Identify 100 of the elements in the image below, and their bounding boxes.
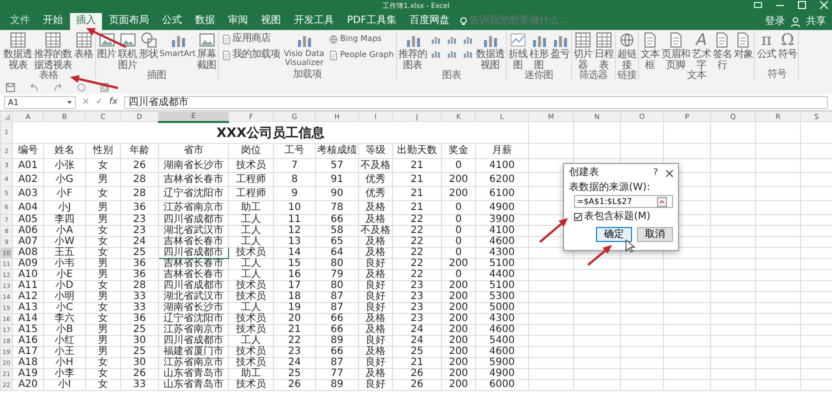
table-cell: 及格 (358, 214, 392, 226)
ribbon-button[interactable]: 页眉和页脚 (660, 31, 690, 71)
close-icon[interactable] (666, 170, 673, 176)
ribbon-button[interactable]: 数据透视图 (475, 31, 505, 71)
ribbon-button[interactable]: 对象 (733, 31, 754, 60)
table-cell: 4300 (476, 314, 528, 324)
ribbon-button[interactable]: 切片器 (572, 31, 593, 71)
table-cell: A07 (12, 236, 44, 248)
header-cell: 出勤天数 (392, 144, 442, 158)
print-preview-icon[interactable] (100, 82, 109, 92)
table-cell: 优秀 (358, 186, 392, 200)
table-cell: 辽宁省沈阳市 (158, 314, 228, 324)
ribbon-button[interactable]: π 公式 (756, 31, 776, 60)
redo-icon[interactable] (53, 82, 63, 92)
ribbon-button[interactable]: 联机图片 (118, 31, 138, 71)
table-cell: 技术员 (228, 158, 274, 172)
search-field[interactable]: 告诉我您想要做什么... (469, 14, 570, 28)
checkbox-label: 表包含标题(M) (584, 211, 650, 222)
table-cell: 助工 (228, 368, 274, 380)
ribbon-button[interactable]: 表格 (74, 31, 94, 60)
save-icon[interactable] (6, 82, 15, 92)
table-cell: 65 (316, 236, 358, 248)
name-box[interactable]: A1 (4, 96, 76, 108)
dialog-button[interactable]: 取消 (637, 227, 673, 242)
ribbon-tab[interactable]: 视图 (255, 13, 287, 30)
checkbox[interactable] (574, 212, 582, 220)
ribbon-tab[interactable]: 开发工具 (288, 13, 340, 30)
ribbon-button[interactable]: 签名行 (712, 31, 732, 71)
sign-in-link[interactable]: 登录 (765, 16, 785, 28)
ribbon-button[interactable]: 屏幕截图 (196, 31, 217, 71)
maximize-icon[interactable] (798, 1, 806, 9)
ribbon-button[interactable]: 应用商店 (220, 33, 282, 45)
table-cell: 30 (120, 358, 158, 368)
ribbon-button[interactable]: People Graph (327, 49, 395, 61)
table-cell: 王五 (44, 248, 86, 258)
ribbon-button[interactable]: Visio Data Visualizer (282, 31, 326, 67)
help-button[interactable]: ? (653, 167, 658, 179)
ribbon-button[interactable]: SmartArt (160, 31, 196, 58)
table-cell: 四川省成都市 (158, 336, 228, 346)
table-cell: 4400 (476, 270, 528, 280)
table-cell: A08 (12, 248, 44, 258)
table-cell: 200 (442, 314, 476, 324)
table-cell: 28 (120, 280, 158, 292)
ribbon-button[interactable]: 文本框 (640, 31, 660, 71)
table-cell: 12 (274, 226, 316, 236)
table-cell: 女 (86, 302, 120, 314)
share-button[interactable]: 共享 (806, 16, 826, 28)
table-cell: 23 (120, 214, 158, 226)
table-cell: 200 (442, 280, 476, 292)
table-cell: 58 (316, 226, 358, 236)
undo-icon[interactable] (29, 82, 39, 92)
ribbon-options-icon[interactable] (754, 1, 762, 9)
dialog-button[interactable]: 确定 (596, 227, 632, 242)
table-cell: 山东省青岛市 (158, 368, 228, 380)
ribbon-button[interactable]: 日程表 (594, 31, 614, 71)
ribbon-tab[interactable]: 百度网盘 (403, 13, 456, 30)
table-cell: 男 (86, 346, 120, 358)
table-cell: 57 (316, 158, 358, 172)
table-cell: 湖南省长沙市 (158, 302, 228, 314)
ribbon-tab[interactable]: 数据 (189, 13, 221, 30)
ribbon-button[interactable]: Ω 符号 (777, 31, 798, 60)
ribbon-button[interactable]: A 艺术字 (691, 31, 712, 71)
ribbon-button[interactable]: 推荐的数据透视表 (34, 31, 72, 71)
table-cell: 200 (442, 346, 476, 358)
ribbon-button[interactable]: 柱形图 (528, 31, 549, 71)
table-cell: 14 (274, 248, 316, 258)
ribbon-tab[interactable]: 开始 (37, 13, 69, 30)
ribbon-button[interactable]: 超链接 (616, 31, 637, 71)
insert-function-button[interactable]: fx (109, 96, 118, 108)
ribbon-button[interactable]: 图片 (96, 31, 116, 60)
table-cell: 良好 (358, 302, 392, 314)
group-label: 链接 (616, 71, 637, 81)
table-cell: 4600 (476, 324, 528, 336)
ribbon-tab[interactable]: 公式 (156, 13, 188, 30)
ribbon-tab[interactable]: 审阅 (222, 13, 254, 30)
ribbon-tab[interactable]: 文件 (4, 13, 36, 30)
document-icon (220, 34, 232, 44)
table-cell: 13 (274, 236, 316, 248)
table-cell: 工人 (228, 302, 274, 314)
ribbon-tab[interactable]: PDF工具集 (341, 13, 402, 30)
range-field[interactable]: =$A$1:$L$27 (574, 195, 673, 208)
ribbon-button[interactable]: 我的加载项 (220, 49, 282, 61)
annotation-arrow (70, 75, 118, 90)
ribbon-button[interactable]: 数据透视表 (3, 31, 32, 71)
ribbon-button[interactable]: 推荐的图表 (398, 31, 428, 71)
ribbon-tab[interactable]: 插入 (70, 13, 102, 30)
ribbon-button[interactable]: 折线图 (508, 31, 528, 71)
select-all-icon[interactable] (4, 114, 10, 120)
cancel-button[interactable]: × (82, 96, 90, 108)
ribbon-button[interactable]: 盈亏 (550, 31, 570, 60)
table-cell: 男 (86, 214, 120, 226)
ribbon-button[interactable]: Bing Maps (327, 33, 395, 45)
table-cell: 16 (274, 270, 316, 280)
ribbon-button[interactable]: 形状 (138, 31, 158, 60)
symbol-glyph: Ω (780, 31, 794, 49)
table-cell: 小红 (44, 336, 86, 346)
ribbon-tab[interactable]: 页面布局 (103, 13, 155, 30)
enter-button[interactable]: ✓ (96, 96, 104, 108)
collapse-dialog-icon[interactable] (657, 196, 667, 206)
formula-field[interactable]: 四川省成都市 (124, 96, 828, 108)
